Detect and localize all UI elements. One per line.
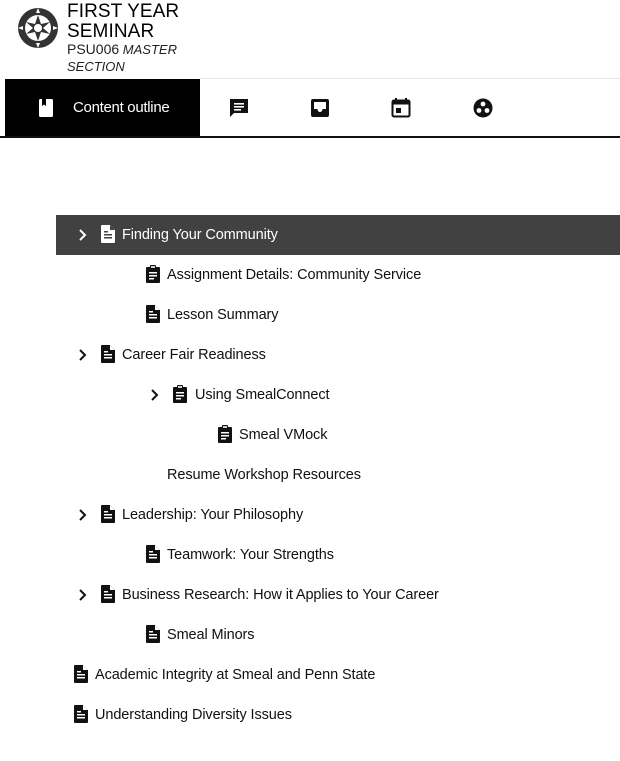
tab-content-outline-label: Content outline [73,99,170,116]
calendar-icon [391,97,411,118]
outline-item-label: Smeal Minors [167,627,255,643]
chevron-right-icon[interactable] [76,588,90,602]
course-section-line1: MASTER [122,42,177,57]
tab-bar: Content outline [0,79,620,138]
assignment-icon [146,265,160,283]
book-icon [36,98,56,118]
outline-item-business-research[interactable]: Business Research: How it Applies to You… [0,575,620,615]
outline-item-using-smealconnect[interactable]: Using SmealConnect [0,375,620,415]
assignment-icon [218,425,232,443]
chevron-right-icon[interactable] [76,228,90,242]
discussion-icon [229,98,249,118]
outline-item-smeal-minors[interactable]: Smeal Minors [0,615,620,655]
assignment-icon [173,385,187,403]
outline-item-assignment-details[interactable]: Assignment Details: Community Service [0,255,620,295]
document-icon [146,545,160,563]
outline-item-label: Understanding Diversity Issues [95,707,292,723]
course-section-line2: SECTION [67,59,125,74]
outline-item-leadership[interactable]: Leadership: Your Philosophy [0,495,620,535]
document-icon [101,505,115,523]
outline-item-label: Academic Integrity at Smeal and Penn Sta… [95,667,376,683]
outline-item-finding-your-community[interactable]: Finding Your Community [56,215,620,255]
outline-item-smeal-vmock[interactable]: Smeal VMock [0,415,620,455]
outline-item-understanding-diversity[interactable]: Understanding Diversity Issues [0,695,620,735]
outline-item-label: Teamwork: Your Strengths [167,547,334,563]
outline-item-label: Smeal VMock [239,427,328,443]
outline-item-lesson-summary[interactable]: Lesson Summary [0,295,620,335]
outline-item-label: Career Fair Readiness [122,347,266,363]
outline-item-resume-workshop-resources[interactable]: Resume Workshop Resources [0,455,620,495]
document-icon [146,305,160,323]
outline-item-career-fair-readiness[interactable]: Career Fair Readiness [0,335,620,375]
document-icon [101,585,115,603]
outline-item-label: Assignment Details: Community Service [167,267,422,283]
outline-item-teamwork[interactable]: Teamwork: Your Strengths [0,535,620,575]
inbox-icon [310,98,330,118]
tab-inbox[interactable] [300,79,340,136]
document-icon [146,625,160,643]
outline-item-label: Business Research: How it Applies to You… [122,587,439,603]
course-header: FIRST YEAR SEMINAR PSU006 MASTER SECTION [0,0,620,79]
outline-item-label: Leadership: Your Philosophy [122,507,304,523]
groups-icon [473,98,493,118]
course-title: FIRST YEAR SEMINAR [67,2,179,41]
course-code: PSU006 MASTER SECTION [67,41,177,75]
course-code-id: PSU006 [67,41,120,57]
outline-item-label: Finding Your Community [122,227,278,243]
document-icon [101,225,115,243]
tab-discussions[interactable] [219,79,259,136]
tab-calendar[interactable] [381,79,421,136]
outline-item-label: Resume Workshop Resources [167,467,361,483]
chevron-right-icon[interactable] [148,388,162,402]
document-icon [74,665,88,683]
chevron-right-icon[interactable] [76,508,90,522]
course-title-line1: FIRST YEAR [67,1,180,22]
course-logo-icon [17,7,59,49]
tab-groups[interactable] [463,79,503,136]
tab-content-outline[interactable]: Content outline [5,79,200,136]
chevron-right-icon[interactable] [76,348,90,362]
outline-item-academic-integrity[interactable]: Academic Integrity at Smeal and Penn Sta… [0,655,620,695]
document-icon [74,705,88,723]
outline-item-label: Lesson Summary [167,307,279,323]
course-title-line2: SEMINAR [67,20,155,42]
document-icon [101,345,115,363]
outline-item-label: Using SmealConnect [195,387,330,403]
